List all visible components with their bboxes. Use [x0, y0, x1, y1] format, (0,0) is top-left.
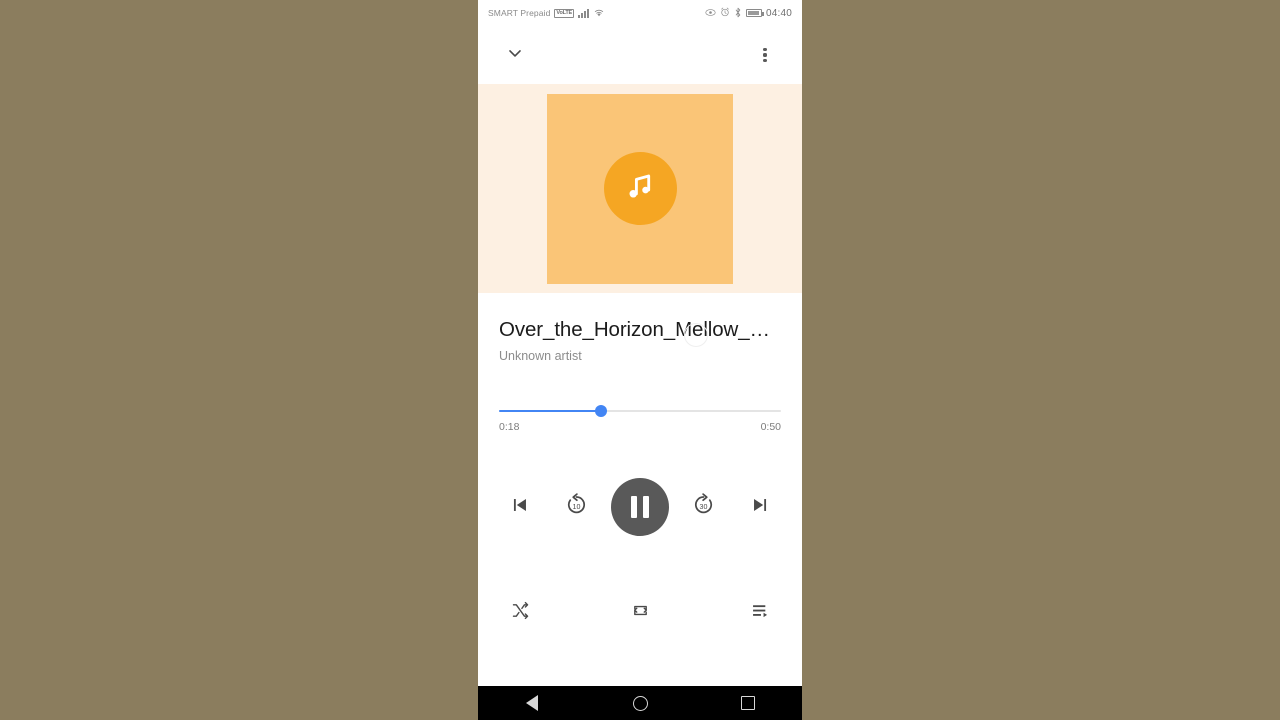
nav-back-button[interactable] — [504, 686, 560, 720]
time-labels: 0:18 0:50 — [499, 421, 781, 433]
battery-icon — [745, 9, 764, 17]
back-icon — [526, 695, 538, 711]
status-bar: SMART Prepaid VoLTE 04:40 — [478, 0, 802, 26]
album-art-area — [478, 84, 802, 293]
album-art[interactable] — [547, 93, 733, 284]
queue-button[interactable] — [743, 596, 777, 630]
shuffle-button[interactable] — [503, 596, 537, 630]
repeat-icon — [630, 600, 651, 626]
current-time-label: 0:18 — [499, 421, 520, 433]
seek-bar-fill — [499, 410, 601, 412]
eye-comfort-icon — [705, 8, 716, 19]
track-info: Over_the_Horizon_Mellow_… Unknown artist — [478, 293, 802, 364]
signal-bars-icon — [578, 8, 590, 18]
previous-track-icon — [509, 494, 531, 521]
android-nav-bar — [478, 686, 802, 720]
phone-screen: SMART Prepaid VoLTE 04:40 Over_the_Horiz… — [478, 0, 802, 720]
shuffle-icon — [510, 600, 531, 626]
next-track-icon — [749, 494, 771, 521]
more-vertical-icon — [763, 47, 767, 63]
chevron-down-icon — [505, 43, 525, 68]
collapse-player-button[interactable] — [498, 38, 532, 72]
previous-track-button[interactable] — [498, 485, 542, 529]
screen-background: SMART Prepaid VoLTE 04:40 Over_the_Horiz… — [0, 0, 1280, 720]
volte-badge: VoLTE — [554, 8, 575, 18]
app-bar — [478, 26, 802, 84]
nav-home-button[interactable] — [612, 686, 668, 720]
replay-10-icon: 10 — [564, 492, 589, 522]
seek-area: 0:18 0:50 — [478, 364, 802, 433]
track-title: Over_the_Horizon_Mellow_… — [499, 318, 770, 341]
alarm-clock-icon — [720, 7, 730, 19]
rewind-10-button[interactable]: 10 — [555, 485, 599, 529]
status-clock: 04:40 — [765, 7, 792, 19]
seek-bar[interactable] — [499, 404, 781, 418]
pause-icon — [631, 496, 649, 518]
carrier-label: SMART Prepaid — [488, 8, 551, 18]
playlist-queue-icon — [750, 600, 771, 626]
svg-text:10: 10 — [573, 503, 581, 511]
track-artist: Unknown artist — [499, 349, 582, 363]
forward-30-icon: 30 — [691, 492, 716, 522]
secondary-controls — [478, 536, 802, 630]
transport-controls: 10 30 — [478, 433, 802, 536]
repeat-button[interactable] — [623, 596, 657, 630]
seek-bar-thumb[interactable] — [594, 405, 607, 417]
next-track-button[interactable] — [738, 485, 782, 529]
status-bar-right: 04:40 — [705, 7, 792, 20]
music-note-icon — [622, 168, 658, 209]
play-pause-button[interactable] — [611, 478, 669, 536]
bluetooth-icon — [734, 7, 742, 20]
status-bar-left: SMART Prepaid VoLTE — [488, 7, 605, 19]
svg-text:30: 30 — [700, 503, 708, 511]
nav-recents-button[interactable] — [720, 686, 776, 720]
forward-30-button[interactable]: 30 — [682, 485, 726, 529]
total-time-label: 0:50 — [760, 421, 781, 433]
album-art-placeholder — [603, 152, 677, 225]
home-icon — [632, 695, 648, 711]
overflow-menu-button[interactable] — [748, 38, 782, 72]
recents-icon — [741, 696, 755, 710]
wifi-icon — [593, 7, 605, 19]
